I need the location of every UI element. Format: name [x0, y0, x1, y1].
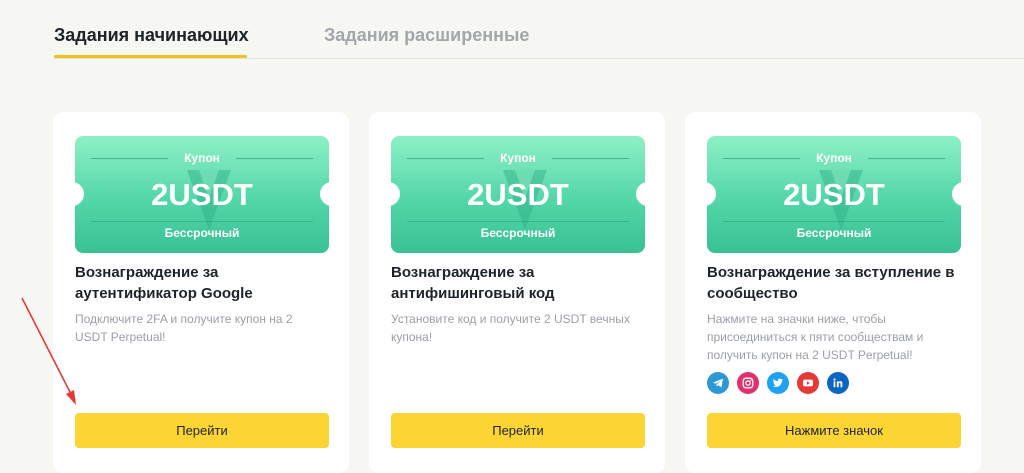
twitter-icon[interactable] [767, 372, 789, 394]
telegram-icon[interactable] [707, 372, 729, 394]
go-button[interactable]: Перейти [391, 413, 645, 448]
coupon-amount: 2USDT [151, 177, 253, 212]
coupon-ticket: Купон 2USDT Бессрочный [707, 136, 961, 253]
card-description: Установите код и получите 2 USDT вечных … [391, 312, 630, 344]
go-button[interactable]: Перейти [75, 413, 329, 448]
active-tab-indicator [54, 55, 247, 58]
coupon-amount: 2USDT [467, 177, 569, 212]
card-description: Подключите 2FA и получите купон на 2 USD… [75, 312, 293, 344]
task-card-google-authenticator: Купон 2USDT Бессрочный Вознаграждение за… [53, 112, 349, 473]
coupon-term: Бессрочный [796, 226, 872, 240]
coupon-ticket: Купон 2USDT Бессрочный [75, 136, 329, 253]
press-icon-button[interactable]: Нажмите значок [707, 413, 961, 448]
coupon-label: Купон [816, 151, 852, 165]
tab-advanced-tasks[interactable]: Задания расширенные [324, 24, 529, 46]
tab-beginner-tasks[interactable]: Задания начинающих [54, 24, 249, 46]
coupon-amount: 2USDT [783, 177, 885, 212]
task-tabs: Задания начинающих Задания расширенные [54, 0, 1024, 59]
card-title: Вознаграждение за вступление в сообществ… [707, 264, 955, 302]
coupon-term: Бессрочный [480, 226, 556, 240]
task-card-join-community: Купон 2USDT Бессрочный Вознаграждение за… [685, 112, 981, 473]
card-description: Нажмите на значки ниже, чтобы присоедини… [707, 312, 924, 362]
card-title: Вознаграждение за аутентификатор Google [75, 264, 253, 302]
task-card-anti-phishing-code: Купон 2USDT Бессрочный Вознаграждение за… [369, 112, 665, 473]
instagram-icon[interactable] [737, 372, 759, 394]
card-title: Вознаграждение за антифишинговый код [391, 264, 555, 302]
linkedin-icon[interactable] [827, 372, 849, 394]
youtube-icon[interactable] [797, 372, 819, 394]
coupon-label: Купон [500, 151, 536, 165]
coupon-ticket: Купон 2USDT Бессрочный [391, 136, 645, 253]
coupon-term: Бессрочный [164, 226, 240, 240]
coupon-label: Купон [184, 151, 220, 165]
